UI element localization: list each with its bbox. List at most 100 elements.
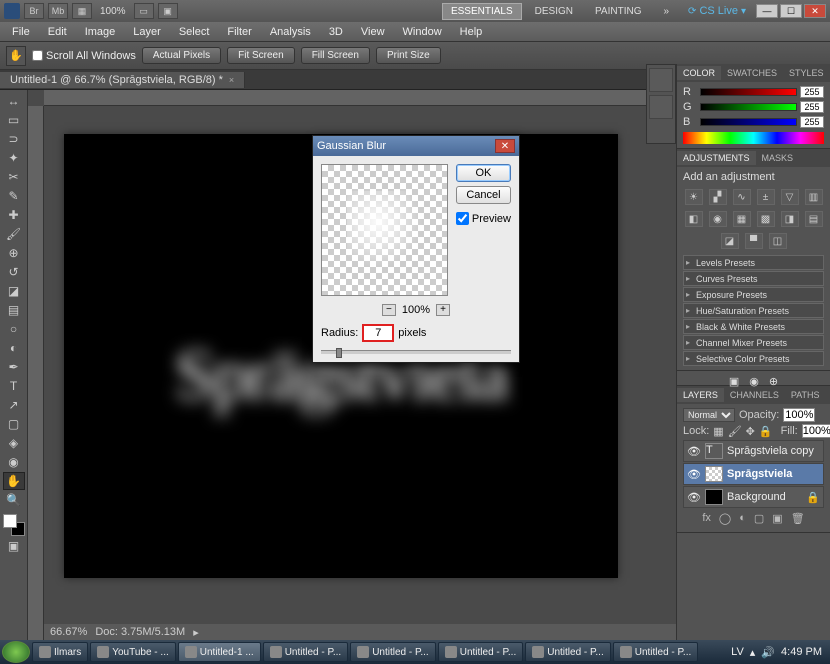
tray-lang[interactable]: LV: [731, 646, 744, 658]
adj-selective-icon[interactable]: ◫: [769, 233, 787, 249]
minimize-button[interactable]: —: [756, 4, 778, 18]
taskbar-item-3[interactable]: Untitled - P...: [263, 642, 349, 662]
menu-layer[interactable]: Layer: [125, 24, 169, 40]
status-arrow-icon[interactable]: ▸: [193, 626, 199, 639]
tab-adjustments[interactable]: ADJUSTMENTS: [677, 151, 756, 165]
menu-select[interactable]: Select: [171, 24, 218, 40]
ok-button[interactable]: OK: [456, 164, 511, 182]
close-tab-icon[interactable]: ×: [229, 75, 234, 85]
opacity-value[interactable]: 100%: [783, 408, 815, 422]
eyedropper-tool[interactable]: ✎: [3, 187, 25, 205]
start-button[interactable]: [2, 641, 30, 663]
blur-tool[interactable]: ○: [3, 320, 25, 338]
taskbar-item-6[interactable]: Untitled - P...: [525, 642, 611, 662]
menu-view[interactable]: View: [353, 24, 393, 40]
tab-layers[interactable]: LAYERS: [677, 388, 724, 402]
lasso-tool[interactable]: ⊃: [3, 130, 25, 148]
menu-filter[interactable]: Filter: [219, 24, 259, 40]
close-button[interactable]: ✕: [804, 4, 826, 18]
tab-swatches[interactable]: SWATCHES: [721, 66, 783, 80]
blend-mode-select[interactable]: Normal: [683, 408, 735, 422]
tray-arrow-icon[interactable]: ▴: [750, 646, 756, 659]
pen-tool[interactable]: ✒: [3, 358, 25, 376]
fill-adj-icon[interactable]: ◐: [739, 512, 746, 524]
document-tab[interactable]: Untitled-1 @ 66.7% (Sprāgstviela, RGB/8)…: [0, 72, 245, 88]
workspace-design[interactable]: DESIGN: [526, 3, 582, 20]
nav-icon-1[interactable]: ▣: [729, 375, 739, 381]
preset-4[interactable]: Black & White Presets: [683, 319, 824, 334]
hand-tool[interactable]: ✋: [3, 472, 25, 490]
crop-tool[interactable]: ✂: [3, 168, 25, 186]
taskbar-item-0[interactable]: Ilmars: [32, 642, 88, 662]
workspace-more[interactable]: »: [654, 3, 678, 20]
arrange-docs-icon[interactable]: ▭: [134, 3, 154, 19]
workspace-painting[interactable]: PAINTING: [586, 3, 650, 20]
healing-tool[interactable]: ✚: [3, 206, 25, 224]
spectrum-bar[interactable]: [683, 132, 824, 144]
dialog-titlebar[interactable]: Gaussian Blur ✕: [313, 136, 519, 156]
adj-invert-icon[interactable]: ◨: [781, 211, 799, 227]
zoom-tool[interactable]: 🔍: [3, 491, 25, 509]
group-icon[interactable]: ▢: [754, 512, 764, 525]
zoom-in-button[interactable]: +: [436, 304, 450, 316]
workspace-essentials[interactable]: ESSENTIALS: [442, 3, 522, 20]
adj-levels-icon[interactable]: ▞: [709, 189, 727, 205]
cs-live[interactable]: ⟳ CS Live ▾: [688, 5, 746, 17]
path-tool[interactable]: ↗: [3, 396, 25, 414]
adj-lookup-icon[interactable]: ▩: [757, 211, 775, 227]
menu-window[interactable]: Window: [395, 24, 450, 40]
lock-trans-icon[interactable]: ▦: [713, 425, 723, 438]
layer-row-2[interactable]: 👁Background🔒: [683, 486, 824, 508]
menu-help[interactable]: Help: [452, 24, 491, 40]
color-swatch[interactable]: [3, 514, 25, 536]
menu-3d[interactable]: 3D: [321, 24, 351, 40]
system-tray[interactable]: LV ▴ 🔊 4:49 PM: [725, 646, 828, 659]
g-slider[interactable]: [700, 103, 797, 111]
preset-1[interactable]: Curves Presets: [683, 271, 824, 286]
layer-row-0[interactable]: 👁TSprāgstviela copy: [683, 440, 824, 462]
fill-screen-button[interactable]: Fill Screen: [301, 47, 370, 64]
eye-icon[interactable]: 👁: [687, 468, 701, 481]
zoom-out-button[interactable]: −: [382, 304, 396, 316]
preset-5[interactable]: Channel Mixer Presets: [683, 335, 824, 350]
taskbar-item-1[interactable]: YouTube - ...: [90, 642, 176, 662]
marquee-tool[interactable]: ▭: [3, 111, 25, 129]
maximize-button[interactable]: ☐: [780, 4, 802, 18]
b-slider[interactable]: [700, 118, 797, 126]
tab-channels[interactable]: CHANNELS: [724, 388, 785, 402]
eye-icon[interactable]: 👁: [687, 445, 701, 458]
dialog-preview[interactable]: [321, 164, 448, 296]
nav-icon-2[interactable]: ◉: [749, 375, 759, 381]
lock-all-icon[interactable]: 🔒: [759, 425, 773, 438]
taskbar-item-7[interactable]: Untitled - P...: [613, 642, 699, 662]
g-value[interactable]: 255: [800, 101, 824, 113]
adj-poster-icon[interactable]: ▤: [805, 211, 823, 227]
fill-value[interactable]: 100%: [802, 424, 830, 438]
hand-tool-icon[interactable]: ✋: [6, 46, 26, 66]
quickmask-icon[interactable]: ▣: [3, 537, 25, 555]
new-layer-icon[interactable]: ▣: [772, 512, 782, 525]
tab-paths[interactable]: PATHS: [785, 388, 826, 402]
3d-tool[interactable]: ◈: [3, 434, 25, 452]
adj-photo-icon[interactable]: ◉: [709, 211, 727, 227]
mask-icon[interactable]: ◯: [719, 512, 731, 525]
eraser-tool[interactable]: ◪: [3, 282, 25, 300]
move-tool[interactable]: ↔: [3, 92, 25, 110]
stamp-tool[interactable]: ⊕: [3, 244, 25, 262]
eye-icon[interactable]: 👁: [687, 491, 701, 504]
launch-bridge-icon[interactable]: Br: [24, 3, 44, 19]
dock-icon-1[interactable]: [649, 68, 673, 92]
dodge-tool[interactable]: ◐: [3, 339, 25, 357]
taskbar-item-5[interactable]: Untitled - P...: [438, 642, 524, 662]
taskbar-item-4[interactable]: Untitled - P...: [350, 642, 436, 662]
lock-pos-icon[interactable]: ✥: [746, 425, 755, 438]
fit-screen-button[interactable]: Fit Screen: [227, 47, 295, 64]
3d-camera-tool[interactable]: ◉: [3, 453, 25, 471]
fx-icon[interactable]: fx: [702, 512, 711, 524]
layer-row-1[interactable]: 👁Sprāgstviela: [683, 463, 824, 485]
adj-gradient-icon[interactable]: ▀: [745, 233, 763, 249]
cancel-button[interactable]: Cancel: [456, 186, 511, 204]
taskbar-item-2[interactable]: Untitled-1 ...: [178, 642, 261, 662]
status-zoom[interactable]: 66.67%: [50, 626, 87, 638]
nav-icon-3[interactable]: ⊕: [769, 375, 778, 381]
